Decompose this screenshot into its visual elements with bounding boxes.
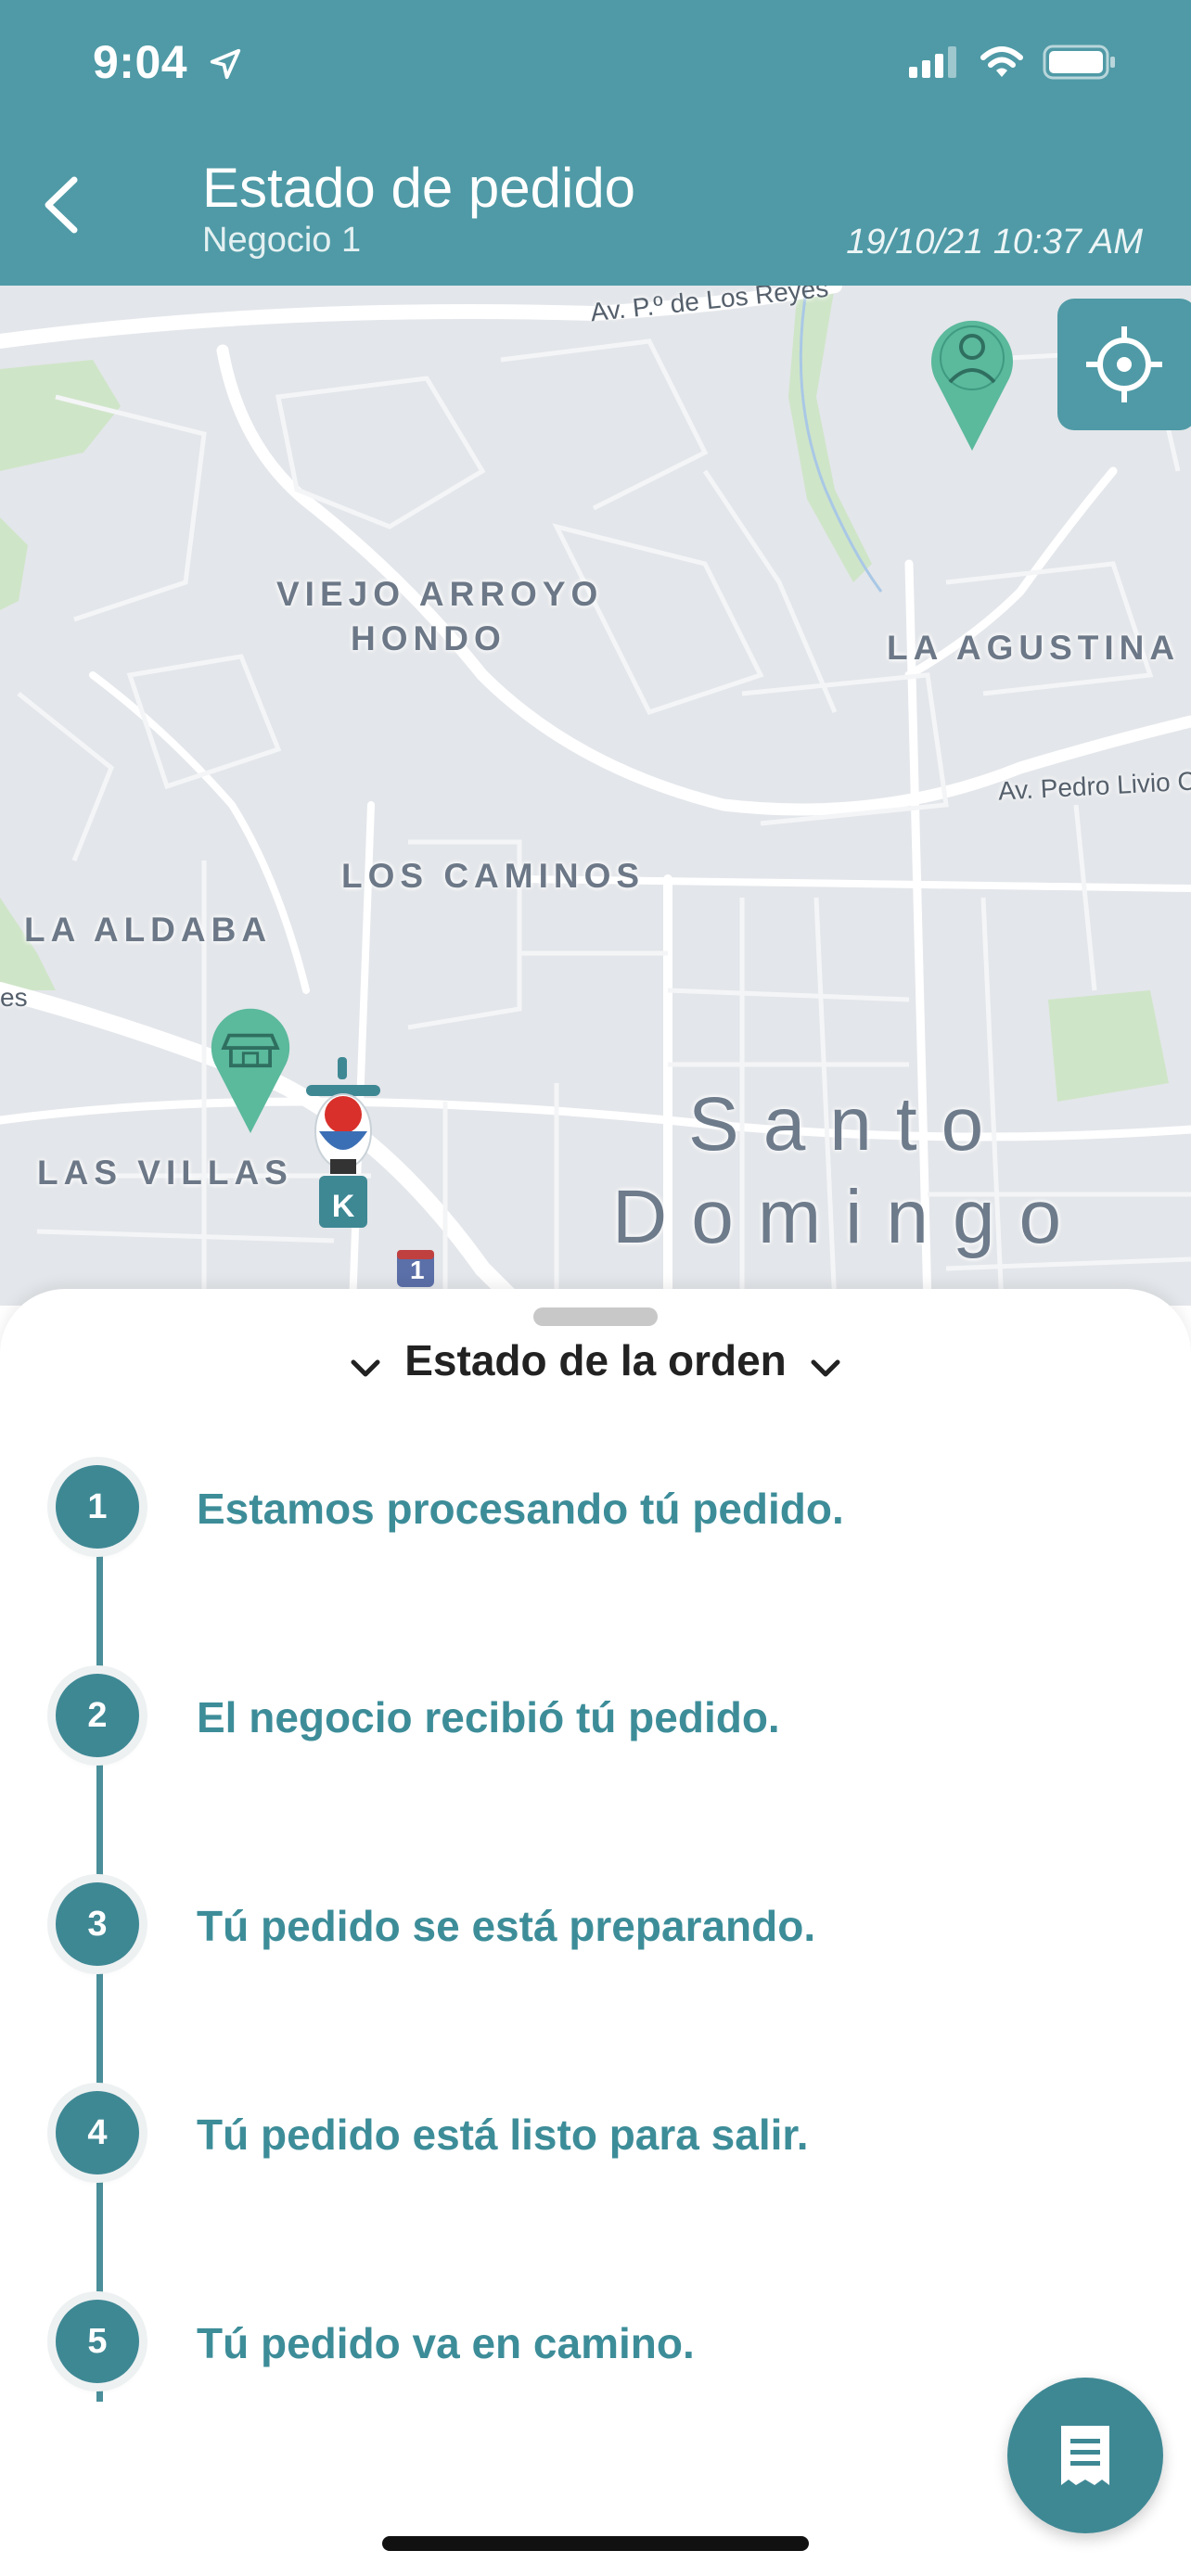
receipt-button[interactable]	[1007, 2378, 1163, 2533]
step-number: 3	[56, 1882, 139, 1966]
location-arrow-icon	[208, 39, 243, 93]
status-time-text: 9:04	[93, 36, 188, 88]
step-number: 2	[56, 1674, 139, 1757]
app-header: 9:04 Estado de pedido Negocio 1 19/10/21…	[0, 0, 1191, 286]
signal-icon	[909, 46, 961, 83]
step-text: Estamos procesando tú pedido.	[197, 1485, 844, 1533]
battery-icon	[1043, 45, 1117, 84]
map-label: LA AGUSTINA	[887, 629, 1181, 667]
map-label: LA ALDABA	[24, 911, 273, 949]
status-step: 3 Tú pedido se está preparando.	[0, 1882, 1191, 1994]
chevron-down-icon	[810, 1339, 841, 1389]
order-status-sheet: Estado de la orden 1 Estamos procesando …	[0, 1289, 1191, 2576]
status-step: 1 Estamos procesando tú pedido.	[0, 1465, 1191, 1576]
route-number: 1	[410, 1256, 425, 1284]
map-label: LOS CAMINOS	[341, 857, 646, 895]
status-time: 9:04	[93, 35, 243, 93]
back-button[interactable]	[33, 172, 89, 237]
sheet-drag-handle[interactable]	[533, 1307, 658, 1326]
city-label: Santo	[688, 1082, 1008, 1167]
locate-me-button[interactable]	[1057, 299, 1191, 430]
map-view[interactable]: Av. P.º de Los Reyes Av. Pedro Livio C e…	[0, 286, 1191, 1306]
crosshair-icon	[1086, 326, 1162, 402]
sheet-title: Estado de la orden	[404, 1336, 787, 1384]
business-name: Negocio 1	[202, 221, 362, 260]
svg-text:K: K	[332, 1189, 355, 1224]
city-label: Domingo	[612, 1175, 1086, 1259]
chevron-down-icon	[350, 1339, 381, 1389]
step-number: 4	[56, 2091, 139, 2174]
map-label: LAS VILLAS	[37, 1154, 293, 1192]
step-text: El negocio recibió tú pedido.	[197, 1693, 780, 1741]
chevron-left-icon	[45, 176, 78, 234]
status-step: 5 Tú pedido va en camino.	[0, 2300, 1191, 2411]
home-indicator	[382, 2536, 809, 2551]
road-label: es	[0, 983, 28, 1012]
receipt-icon	[1061, 2426, 1109, 2485]
status-step: 4 Tú pedido está listo para salir.	[0, 2091, 1191, 2202]
step-text: Tú pedido está listo para salir.	[197, 2111, 809, 2159]
step-text: Tú pedido va en camino.	[197, 2319, 695, 2367]
step-number: 1	[56, 1465, 139, 1549]
map-label: HONDO	[351, 619, 506, 657]
page-title: Estado de pedido	[202, 157, 636, 219]
map-label: VIEJO ARROYO	[276, 575, 604, 613]
wifi-icon	[980, 45, 1024, 83]
status-step: 2 El negocio recibió tú pedido.	[0, 1674, 1191, 1785]
step-number: 5	[56, 2300, 139, 2383]
status-icons	[909, 45, 1117, 84]
step-text: Tú pedido se está preparando.	[197, 1902, 816, 1950]
sheet-header[interactable]: Estado de la orden	[0, 1335, 1191, 1389]
order-datetime: 19/10/21 10:37 AM	[846, 223, 1143, 261]
